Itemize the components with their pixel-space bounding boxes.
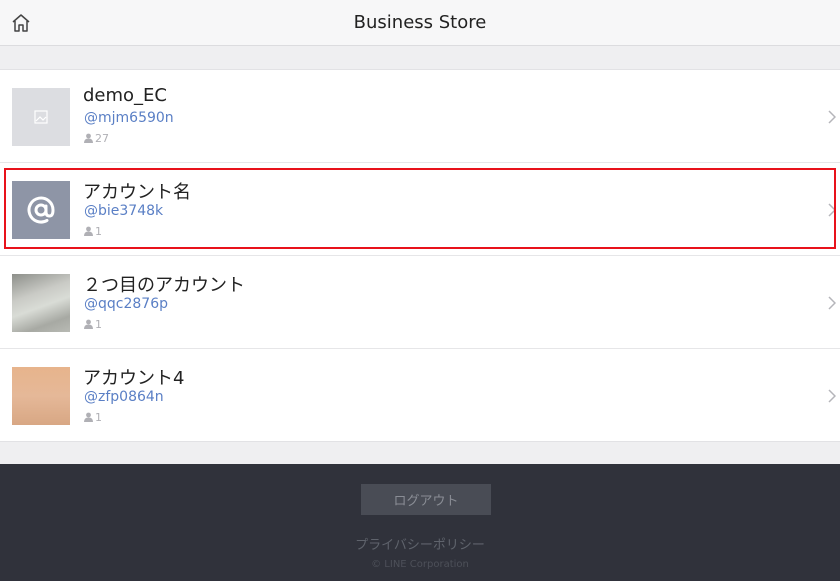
person-icon — [84, 319, 93, 329]
follower-count: 1 — [84, 411, 102, 424]
account-row[interactable]: demo_EC @mjm6590n 27 — [0, 70, 840, 163]
person-icon — [84, 412, 93, 422]
footer: ログアウト プライバシーポリシー © LINE Corporation — [0, 464, 840, 581]
person-icon — [84, 226, 93, 236]
account-name: アカウント名 — [83, 182, 191, 203]
account-name: demo_EC — [83, 85, 167, 106]
privacy-policy-link[interactable]: プライバシーポリシー — [0, 534, 840, 553]
at-sign-icon — [27, 196, 55, 224]
account-handle: @qqc2876p — [84, 296, 168, 312]
account-row[interactable]: アカウント4 @zfp0864n 1 — [0, 349, 840, 441]
follower-count: 1 — [84, 225, 102, 238]
image-placeholder-icon — [34, 110, 48, 124]
follower-count: 1 — [84, 318, 102, 331]
account-name: アカウント4 — [83, 368, 185, 389]
chevron-right-icon — [828, 110, 836, 124]
account-thumbnail — [12, 88, 70, 146]
account-row[interactable]: アカウント名 @bie3748k 1 — [0, 163, 840, 256]
follower-count: 27 — [84, 132, 109, 145]
account-thumbnail — [12, 181, 70, 239]
chevron-right-icon — [828, 389, 836, 403]
account-name: ２つ目のアカウント — [83, 275, 245, 296]
chevron-right-icon — [828, 203, 836, 217]
chevron-right-icon — [828, 296, 836, 310]
account-handle: @bie3748k — [84, 203, 164, 219]
logout-button[interactable]: ログアウト — [361, 484, 491, 515]
app-header: Business Store — [0, 0, 840, 46]
copyright-text: © LINE Corporation — [371, 559, 469, 570]
account-handle: @mjm6590n — [84, 110, 174, 126]
account-thumbnail — [12, 367, 70, 425]
account-thumbnail — [12, 274, 70, 332]
account-list: demo_EC @mjm6590n 27 アカウント名 @bie3748k 1 … — [0, 69, 840, 442]
page-title: Business Store — [353, 12, 487, 33]
account-handle: @zfp0864n — [84, 389, 164, 405]
person-icon — [84, 133, 93, 143]
account-row[interactable]: ２つ目のアカウント @qqc2876p 1 — [0, 256, 840, 349]
